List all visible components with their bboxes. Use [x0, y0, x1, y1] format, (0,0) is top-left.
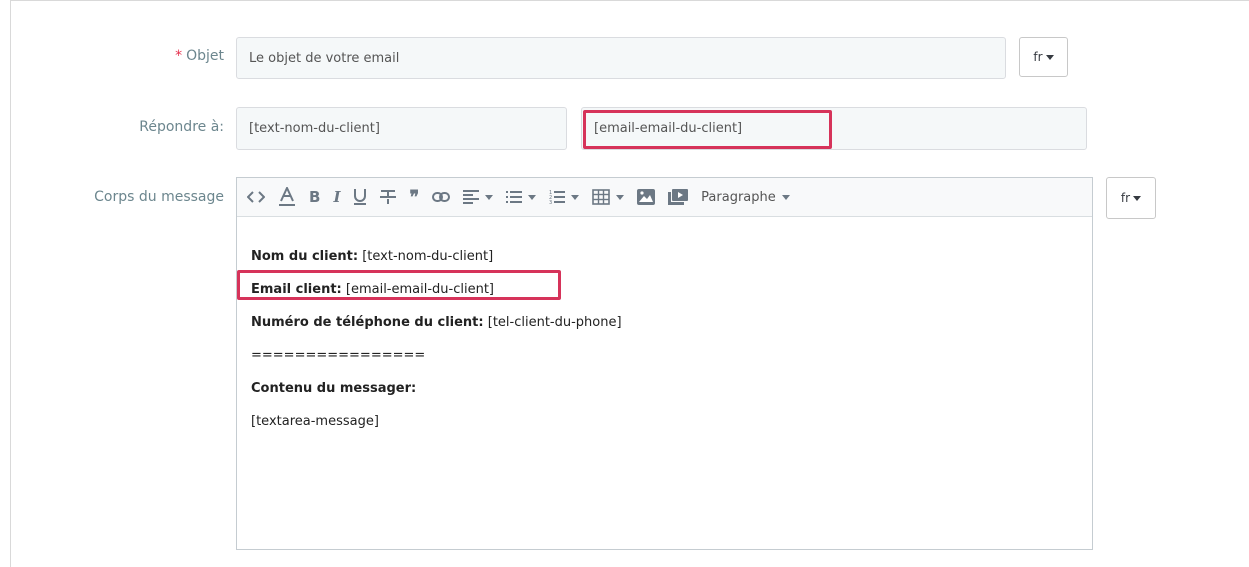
- chevron-down-icon: [528, 194, 537, 200]
- chevron-down-icon: [616, 194, 625, 200]
- body-lang-dropdown[interactable]: fr: [1106, 177, 1156, 219]
- svg-text:3: 3: [549, 200, 552, 205]
- subject-input-value: Le objet de votre email: [249, 50, 400, 66]
- subject-lang-dropdown[interactable]: fr: [1019, 37, 1068, 77]
- reply-to-email-input[interactable]: [email-email-du-client]: [581, 107, 1087, 150]
- reply-to-email-value: [email-email-du-client]: [594, 121, 743, 136]
- unordered-list-dropdown[interactable]: [506, 185, 537, 209]
- bullet-list-icon: [506, 191, 523, 203]
- align-left-icon: [463, 190, 480, 204]
- body-line-message-value: [textarea-message]: [251, 410, 1082, 434]
- reply-to-name-value: [text-nom-du-client]: [249, 121, 380, 136]
- chevron-down-icon: [781, 194, 790, 200]
- table-dropdown[interactable]: [592, 185, 625, 209]
- chevron-down-icon: [571, 194, 580, 200]
- code-view-icon[interactable]: [247, 185, 265, 209]
- body-line-client-phone: Numéro de téléphone du client: [tel-clie…: [251, 311, 1082, 335]
- chevron-down-icon: [1045, 54, 1054, 60]
- editor-content[interactable]: Nom du client: [text-nom-du-client] Emai…: [237, 217, 1092, 434]
- subject-label: * Objet: [120, 48, 224, 64]
- align-dropdown[interactable]: [463, 185, 494, 209]
- chevron-down-icon: [1133, 195, 1142, 201]
- line-label: Numéro de téléphone du client:: [251, 315, 484, 330]
- line-label: Email client:: [251, 282, 342, 297]
- body-line-message-heading: Contenu du messager:: [251, 377, 1082, 401]
- line-label: Contenu du messager:: [251, 381, 417, 396]
- line-value: [email-email-du-client]: [341, 282, 494, 297]
- subject-lang-label: fr: [1033, 50, 1043, 64]
- underline-icon[interactable]: [353, 185, 367, 209]
- body-label: Corps du message: [94, 189, 224, 205]
- body-line-client-name: Nom du client: [text-nom-du-client]: [251, 245, 1082, 269]
- editor-toolbar: B I ❞ 123 Paragraphe: [237, 178, 1092, 217]
- paragraph-format-dropdown[interactable]: Paragraphe: [701, 185, 790, 209]
- ordered-list-dropdown[interactable]: 123: [549, 185, 580, 209]
- rich-text-editor[interactable]: B I ❞ 123 Paragraphe Nom du client: [tex…: [236, 177, 1093, 550]
- image-icon[interactable]: [637, 185, 656, 209]
- paragraph-format-label: Paragraphe: [701, 189, 776, 205]
- line-value: [tel-client-du-phone]: [483, 315, 622, 330]
- video-icon[interactable]: [668, 185, 689, 209]
- chevron-down-icon: [485, 194, 494, 200]
- italic-icon[interactable]: I: [333, 185, 340, 209]
- line-value: ================: [251, 348, 426, 363]
- line-value: [textarea-message]: [251, 414, 379, 429]
- line-label: Nom du client:: [251, 249, 359, 264]
- subject-label-text: Objet: [186, 48, 224, 64]
- required-mark: *: [175, 48, 183, 64]
- body-line-separator: ================: [251, 344, 1082, 368]
- reply-to-label: Répondre à:: [139, 119, 224, 135]
- table-icon: [592, 189, 610, 205]
- body-lang-label: fr: [1120, 191, 1131, 205]
- numbered-list-icon: 123: [549, 190, 566, 205]
- link-icon[interactable]: [432, 185, 451, 209]
- reply-to-name-input[interactable]: [text-nom-du-client]: [236, 107, 567, 150]
- line-value: [text-nom-du-client]: [358, 249, 494, 264]
- blockquote-icon[interactable]: ❞: [409, 185, 419, 209]
- body-line-client-email: Email client: [email-email-du-client]: [251, 278, 1082, 302]
- font-color-icon[interactable]: [278, 185, 296, 209]
- bold-icon[interactable]: B: [309, 185, 320, 209]
- subject-input[interactable]: Le objet de votre email: [236, 37, 1006, 79]
- strikethrough-icon[interactable]: [380, 185, 397, 209]
